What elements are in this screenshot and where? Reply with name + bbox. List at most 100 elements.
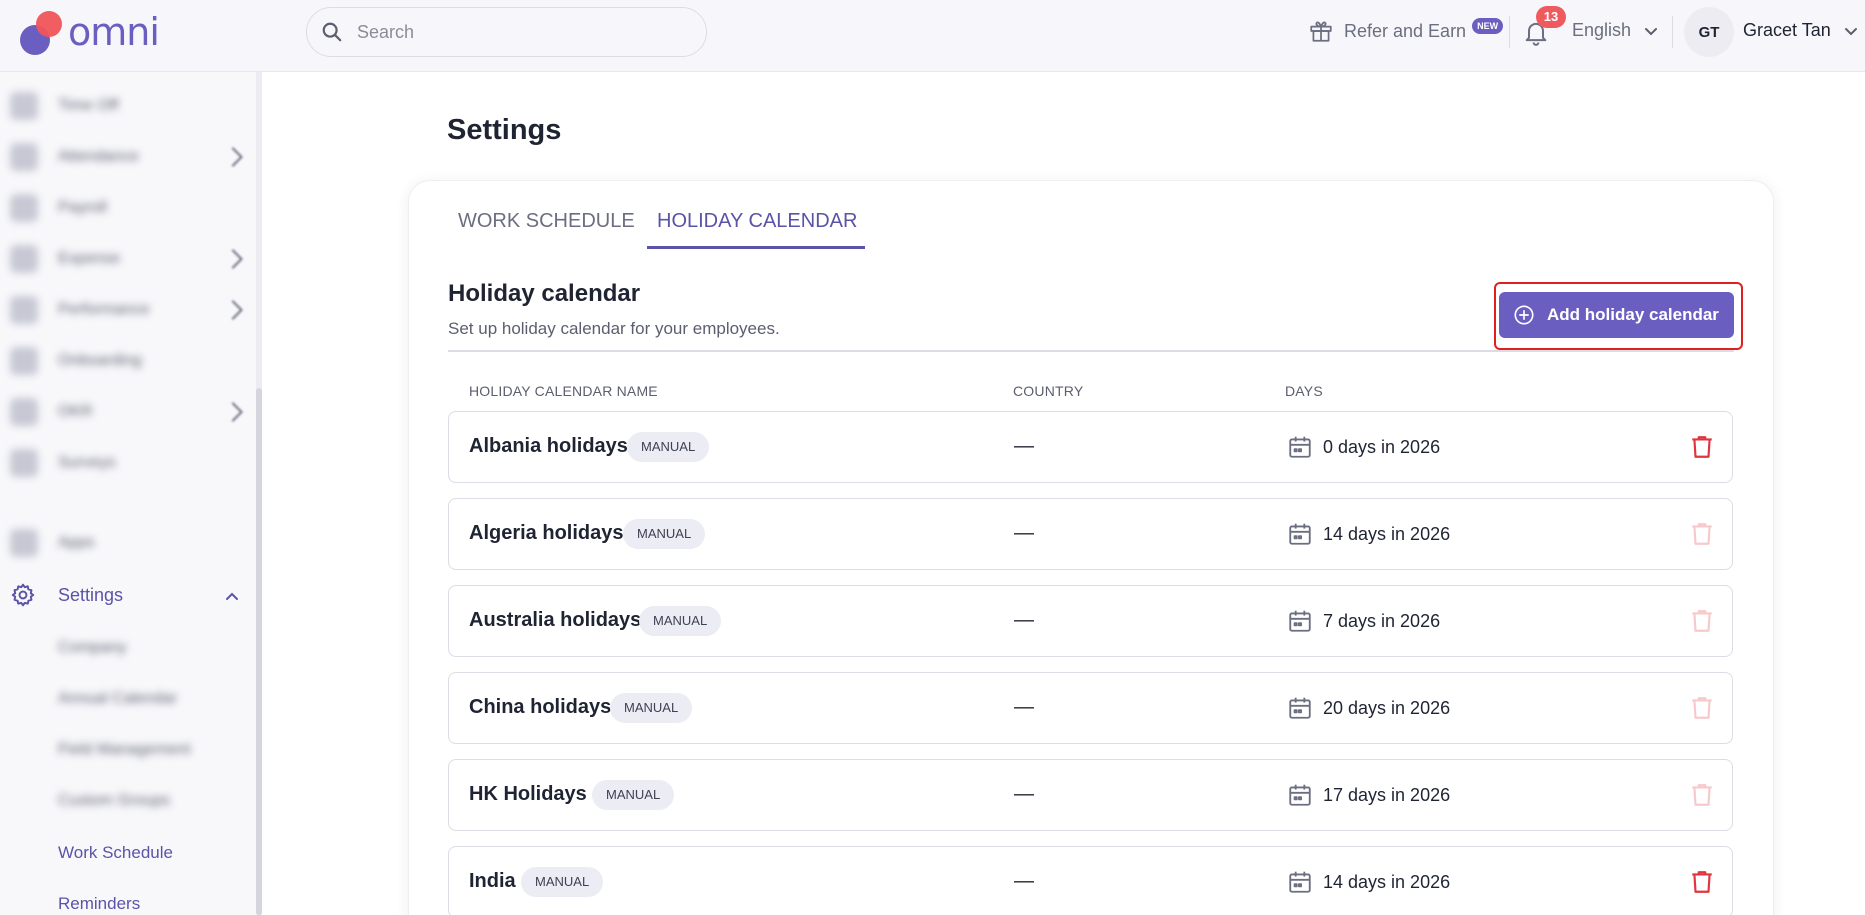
table-row[interactable]: Algeria holidays MANUAL — 14 days in 202… xyxy=(448,498,1733,570)
onboarding-icon xyxy=(10,347,38,375)
manual-badge: MANUAL xyxy=(627,432,710,462)
logo-mark-icon xyxy=(18,9,64,55)
search-icon xyxy=(322,22,342,42)
chevron-down-icon xyxy=(223,147,243,167)
expense-icon xyxy=(10,245,38,273)
sidebar-item-label: Surveys xyxy=(58,454,116,471)
add-button-label: Add holiday calendar xyxy=(1547,305,1719,324)
calendar-name: Australia holidays xyxy=(469,609,642,631)
column-header-country: COUNTRY xyxy=(1013,383,1084,399)
calendar-days: 17 days in 2026 xyxy=(1323,785,1451,805)
sidebar-subitem-field-management[interactable]: Field Management xyxy=(58,741,191,759)
search-input[interactable] xyxy=(357,21,687,43)
table-row[interactable]: HK Holidays MANUAL — 17 days in 2026 xyxy=(448,759,1733,831)
sidebar-item-apps[interactable]: Apps xyxy=(0,521,256,565)
sidebar-item-label: Attendance xyxy=(58,148,139,165)
sidebar-item-surveys[interactable]: Surveys xyxy=(0,441,256,485)
chevron-down-icon xyxy=(223,249,243,269)
section-title: Holiday calendar xyxy=(448,280,641,307)
calendar-days: 14 days in 2026 xyxy=(1323,872,1451,892)
section-divider xyxy=(448,350,1734,352)
sidebar-scroll-thumb[interactable] xyxy=(256,388,262,915)
sidebar-item-label: Expense xyxy=(58,250,121,267)
calendar-icon xyxy=(1289,871,1311,893)
manual-badge: MANUAL xyxy=(592,780,675,810)
sidebar-item-label: Apps xyxy=(58,534,95,551)
page-title: Settings xyxy=(447,114,562,146)
trash-icon[interactable] xyxy=(1689,434,1715,460)
performance-icon xyxy=(10,296,38,324)
notification-count-badge: 13 xyxy=(1536,6,1566,28)
omni-logo[interactable]: omni xyxy=(18,8,160,56)
user-name: Gracet Tan xyxy=(1743,20,1831,40)
trash-icon xyxy=(1692,610,1712,632)
add-holiday-calendar-button[interactable]: Add holiday calendar xyxy=(1499,292,1734,338)
sidebar-item-label: Onboarding xyxy=(58,352,142,369)
trash-icon xyxy=(1692,523,1712,545)
sidebar-item-label: Payroll xyxy=(58,199,107,216)
calendar-icon xyxy=(1289,436,1311,458)
sidebar-subitem-annual-calendar[interactable]: Annual Calendar xyxy=(58,690,177,708)
apps-icon xyxy=(10,529,38,557)
user-menu[interactable]: Gracet Tan xyxy=(1743,20,1859,41)
chevron-down-icon xyxy=(1844,27,1857,35)
chevron-up-icon xyxy=(226,592,238,600)
language-selector[interactable]: English xyxy=(1572,20,1659,41)
trash-icon xyxy=(1692,784,1712,806)
calendar-name: Algeria holidays xyxy=(469,522,624,544)
sidebar-subitem-work-schedule[interactable]: Work Schedule xyxy=(58,843,173,863)
chevron-down-icon xyxy=(1645,27,1658,35)
calendar-days: 20 days in 2026 xyxy=(1323,698,1451,718)
avatar[interactable]: GT xyxy=(1684,7,1734,57)
chevron-down-icon xyxy=(223,300,243,320)
section-subtitle: Set up holiday calendar for your employe… xyxy=(448,319,780,338)
calendar-country: — xyxy=(1014,696,1034,718)
manual-badge: MANUAL xyxy=(639,606,722,636)
table-row[interactable]: India MANUAL — 14 days in 2026 xyxy=(448,846,1733,915)
sidebar-item-attendance[interactable]: Attendance xyxy=(0,135,256,179)
chevron-down-icon xyxy=(223,402,243,422)
tab-work-schedule[interactable]: WORK SCHEDULE xyxy=(458,210,635,250)
gear-icon xyxy=(11,583,35,607)
calendar-icon xyxy=(1289,784,1311,806)
calendar-country: — xyxy=(1014,609,1034,631)
column-header-name: HOLIDAY CALENDAR NAME xyxy=(469,383,658,399)
time-off-icon xyxy=(10,92,38,120)
trash-icon xyxy=(1692,697,1712,719)
calendar-icon xyxy=(1289,697,1311,719)
tab-holiday-calendar[interactable]: HOLIDAY CALENDAR xyxy=(657,210,857,250)
calendar-name: Albania holidays xyxy=(469,435,628,457)
table-row[interactable]: Albania holidays MANUAL — 0 days in 2026 xyxy=(448,411,1733,483)
sidebar-item-settings[interactable]: Settings xyxy=(0,578,256,618)
sidebar-item-expense[interactable]: Expense xyxy=(0,237,256,281)
sidebar-item-onboarding[interactable]: Onboarding xyxy=(0,339,256,383)
calendar-icon xyxy=(1289,523,1311,545)
active-tab-indicator xyxy=(647,246,865,249)
calendar-name: China holidays xyxy=(469,696,612,718)
refer-label: Refer and Earn xyxy=(1344,20,1467,41)
refer-and-earn-link[interactable]: Refer and Earn NEW xyxy=(1308,18,1504,44)
sidebar-item-label: OKR xyxy=(58,403,93,420)
trash-icon[interactable] xyxy=(1689,869,1715,895)
sidebar-item-okr[interactable]: OKR xyxy=(0,390,256,434)
sidebar-subitem-custom-groups[interactable]: Custom Groups xyxy=(58,792,170,810)
sidebar-subitem-company[interactable]: Company xyxy=(58,639,126,657)
manual-badge: MANUAL xyxy=(521,867,604,897)
sidebar-item-payroll[interactable]: Payroll xyxy=(0,186,256,230)
header-divider xyxy=(1672,16,1673,48)
table-row[interactable]: Australia holidays MANUAL — 7 days in 20… xyxy=(448,585,1733,657)
sidebar-subitem-reminders[interactable]: Reminders xyxy=(58,894,140,914)
sidebar-item-label: Performance xyxy=(58,301,150,318)
table-row[interactable]: China holidays MANUAL — 20 days in 2026 xyxy=(448,672,1733,744)
new-badge: NEW xyxy=(1472,18,1504,34)
calendar-country: — xyxy=(1014,435,1034,457)
sidebar-item-performance[interactable]: Performance xyxy=(0,288,256,332)
manual-badge: MANUAL xyxy=(610,693,693,723)
okr-icon xyxy=(10,398,38,426)
logo-text: omni xyxy=(68,10,160,54)
calendar-country: — xyxy=(1014,522,1034,544)
sidebar-item-time-off[interactable]: Time Off xyxy=(0,84,256,128)
sidebar-item-label: Time Off xyxy=(58,97,119,114)
search-box[interactable] xyxy=(306,7,707,57)
calendar-icon xyxy=(1289,610,1311,632)
